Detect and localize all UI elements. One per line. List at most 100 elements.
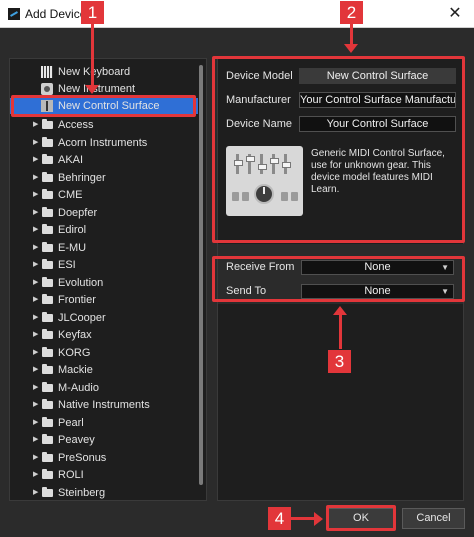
callout-badge-3: 3 (328, 350, 351, 373)
device-tree[interactable]: New Keyboard New Instrument New Control … (9, 58, 207, 501)
tree-item-label: PreSonus (58, 451, 107, 464)
tree-item-label: JLCooper (58, 311, 106, 324)
expand-arrow-icon[interactable]: ▶ (33, 362, 38, 378)
tree-folder-native-instruments[interactable]: ▶ Native Instruments (10, 397, 198, 413)
folder-icon (42, 241, 53, 252)
tree-item-label: Doepfer (58, 206, 98, 219)
tree-item-label: Pearl (58, 416, 84, 429)
folder-icon (42, 189, 53, 199)
expand-arrow-icon[interactable]: ▶ (33, 432, 38, 448)
tree-folder-doepfer[interactable]: ▶ Doepfer (10, 205, 198, 221)
callout-arrow-2 (344, 44, 358, 53)
panel-divider (218, 244, 465, 256)
tree-folder-pearl[interactable]: ▶ Pearl (10, 415, 198, 431)
tree-item-label: Native Instruments (58, 399, 150, 411)
expand-arrow-icon[interactable]: ▶ (33, 222, 38, 238)
expand-arrow-icon[interactable]: ▶ (33, 135, 38, 151)
tree-item-label: E-MU (58, 241, 87, 254)
expand-arrow-icon[interactable]: ▶ (33, 292, 38, 308)
tree-folder-m-audio[interactable]: ▶ M-Audio (10, 380, 198, 396)
tree-item-label: KORG (58, 346, 91, 359)
tree-item-new-keyboard[interactable]: New Keyboard (10, 64, 198, 80)
expand-arrow-icon[interactable]: ▶ (33, 415, 38, 431)
folder-icon (42, 399, 53, 409)
tree-scrollbar[interactable] (199, 65, 203, 485)
tree-folder-frontier[interactable]: ▶ Frontier (10, 292, 198, 308)
tree-item-label: ESI (58, 259, 76, 271)
expand-arrow-icon[interactable]: ▶ (33, 345, 38, 361)
folder-icon (42, 119, 53, 129)
tree-folder-cme[interactable]: ▶ CME (10, 187, 198, 203)
expand-arrow-icon[interactable]: ▶ (33, 240, 38, 256)
tree-folder-behringer[interactable]: ▶ Behringer (10, 170, 198, 186)
folder-icon (42, 416, 53, 427)
folder-icon (42, 451, 53, 462)
callout-box-4 (326, 505, 396, 531)
callout-box-1 (11, 95, 196, 117)
expand-arrow-icon[interactable]: ▶ (33, 205, 38, 221)
tree-item-label: Mackie (58, 364, 93, 376)
callout-arrow-4 (314, 512, 323, 526)
title-bar: Add Device ✕ (0, 0, 474, 28)
tree-folder-e-mu[interactable]: ▶ E-MU (10, 240, 198, 256)
tree-folder-edirol[interactable]: ▶ Edirol (10, 222, 198, 238)
cancel-button[interactable]: Cancel (402, 508, 465, 529)
folder-icon (42, 259, 53, 269)
folder-icon (42, 486, 53, 497)
tree-folder-roli[interactable]: ▶ ROLI (10, 467, 198, 483)
tree-folder-esi[interactable]: ▶ ESI (10, 257, 198, 273)
tree-folder-steinberg[interactable]: ▶ Steinberg (10, 485, 198, 501)
folder-icon (42, 346, 53, 357)
tree-folder-keyfax[interactable]: ▶ Keyfax (10, 327, 198, 343)
expand-arrow-icon[interactable]: ▶ (33, 310, 38, 326)
callout-connector-1 (91, 22, 94, 85)
expand-arrow-icon[interactable]: ▶ (33, 257, 38, 273)
expand-arrow-icon[interactable]: ▶ (33, 327, 38, 343)
tree-folder-presonus[interactable]: ▶ PreSonus (10, 450, 198, 466)
tree-item-label: Keyfax (58, 329, 92, 341)
callout-badge-4: 4 (268, 507, 291, 530)
folder-icon (42, 381, 53, 392)
folder-icon (42, 469, 53, 479)
expand-arrow-icon[interactable]: ▶ (33, 187, 38, 203)
folder-icon (42, 136, 53, 147)
folder-icon (42, 171, 53, 182)
callout-badge-2: 2 (340, 1, 363, 24)
folder-icon (42, 311, 53, 322)
tree-folder-korg[interactable]: ▶ KORG (10, 345, 198, 361)
folder-icon (42, 276, 53, 287)
expand-arrow-icon[interactable]: ▶ (33, 397, 38, 413)
expand-arrow-icon[interactable]: ▶ (33, 152, 38, 168)
tree-item-label: M-Audio (58, 381, 99, 394)
tree-item-label: Frontier (58, 294, 96, 306)
expand-arrow-icon[interactable]: ▶ (33, 170, 38, 186)
tree-item-label: CME (58, 189, 83, 201)
tree-item-label: Acorn Instruments (58, 136, 148, 149)
tree-item-label: Edirol (58, 224, 87, 236)
tree-folder-access[interactable]: ▶ Access (10, 117, 198, 133)
callout-box-3 (212, 256, 465, 302)
callout-arrow-3 (333, 306, 347, 315)
folder-icon (42, 329, 53, 339)
add-device-dialog: Add Device ✕ New Keyboard New Instrument… (0, 0, 474, 537)
tree-folder-acorn-instruments[interactable]: ▶ Acorn Instruments (10, 135, 198, 151)
tree-folder-evolution[interactable]: ▶ Evolution (10, 275, 198, 291)
callout-connector-3 (339, 315, 342, 349)
tree-folder-akai[interactable]: ▶ AKAI (10, 152, 198, 168)
expand-arrow-icon[interactable]: ▶ (33, 117, 38, 133)
callout-badge-1: 1 (81, 1, 104, 24)
expand-arrow-icon[interactable]: ▶ (33, 380, 38, 396)
tree-folder-peavey[interactable]: ▶ Peavey (10, 432, 198, 448)
close-icon[interactable]: ✕ (446, 3, 464, 23)
expand-arrow-icon[interactable]: ▶ (33, 467, 38, 483)
folder-icon (42, 364, 53, 374)
window-title: Add Device (25, 7, 87, 21)
folder-icon (42, 224, 53, 234)
folder-icon (42, 206, 53, 217)
tree-folder-jlcooper[interactable]: ▶ JLCooper (10, 310, 198, 326)
expand-arrow-icon[interactable]: ▶ (33, 450, 38, 466)
tree-folder-mackie[interactable]: ▶ Mackie (10, 362, 198, 378)
tree-item-label: AKAI (58, 154, 84, 166)
expand-arrow-icon[interactable]: ▶ (33, 275, 38, 291)
expand-arrow-icon[interactable]: ▶ (33, 485, 38, 501)
